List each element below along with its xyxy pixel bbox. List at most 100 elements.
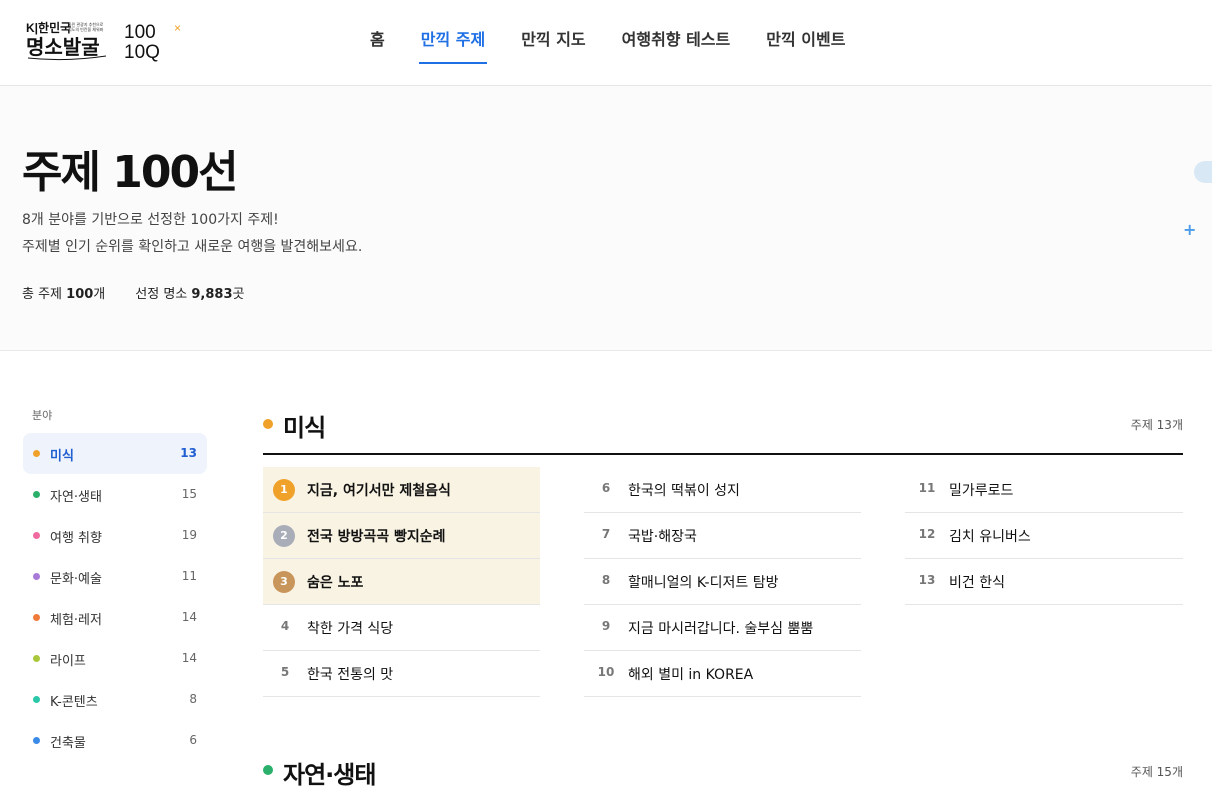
hero-banner: 주제 100선 8개 분야를 기반으로 선정한 100가지 주제! 주제별 인기… <box>0 86 1212 351</box>
topic-item[interactable]: 10 해외 별미 in KOREA <box>584 651 861 697</box>
topic-item[interactable]: 5 한국 전통의 맛 <box>263 651 540 697</box>
rank-number: 9 <box>601 619 611 633</box>
topic-label: 한국의 떡볶이 성지 <box>628 483 740 499</box>
sidebar-item-count: 14 <box>181 651 197 665</box>
sidebar-item-label: 여행 취향 <box>50 531 102 546</box>
topic-label: 착한 가격 식당 <box>307 621 394 637</box>
category-dot-icon <box>33 614 40 621</box>
topic-item[interactable]: 7 국밥·해장국 <box>584 513 861 559</box>
sidebar-item-count: 19 <box>181 528 197 542</box>
myeongso-balgul-logo[interactable]: K|한민국 국민 관광지 추천으로 지도의 빈칸을 채워봐 명소발굴 <box>26 18 110 62</box>
topic-label: 밀가루로드 <box>949 483 1014 499</box>
topic-label: 숨은 노포 <box>307 575 364 591</box>
topic-item[interactable]: 2 전국 방방곡곡 빵지순례 <box>263 513 540 559</box>
100-logo[interactable]: 100 × 10Q <box>124 18 188 62</box>
rank-number: 11 <box>918 481 936 495</box>
stat-total-topics: 총 주제 100개 <box>22 287 106 302</box>
topic-label: 할매니얼의 K-디저트 탐방 <box>628 575 779 591</box>
sidebar-title: 분야 <box>32 409 53 422</box>
nav-travel-test[interactable]: 여행취향 테스트 <box>622 0 731 86</box>
topic-label: 김치 유니버스 <box>949 529 1031 545</box>
sidebar-item-label: 라이프 <box>50 654 86 669</box>
topic-label: 해외 별미 in KOREA <box>628 667 754 683</box>
rank-number: 7 <box>601 527 611 541</box>
stat-selected-places: 선정 명소 9,883곳 <box>135 287 245 302</box>
sidebar-item-count: 6 <box>189 733 197 747</box>
topic-item[interactable]: 3 숨은 노포 <box>263 559 540 605</box>
hero-description-1: 8개 분야를 기반으로 선정한 100가지 주제! <box>22 212 279 228</box>
topic-label: 국밥·해장국 <box>628 529 697 545</box>
plus-icon: + <box>1183 220 1197 239</box>
category-dot-icon <box>33 573 40 580</box>
sidebar-item[interactable]: 라이프 14 <box>23 638 207 679</box>
svg-text:100: 100 <box>124 22 156 43</box>
rank-number: 5 <box>280 665 290 679</box>
svg-text:K|한민국: K|한민국 <box>26 20 71 35</box>
topic-item[interactable]: 6 한국의 떡볶이 성지 <box>584 467 861 513</box>
topic-column-2: 6 한국의 떡볶이 성지 7 국밥·해장국 8 할매니얼의 K-디저트 탐방 9 지금 마시러… <box>584 467 861 697</box>
site-header: K|한민국 국민 관광지 추천으로 지도의 빈칸을 채워봐 명소발굴 100 ×… <box>0 0 1212 86</box>
page-title: 주제 100선 <box>22 147 239 198</box>
rank-number: 6 <box>601 481 611 495</box>
rank-number: 8 <box>601 573 611 587</box>
sidebar-item-label: 문화·예술 <box>50 572 102 587</box>
svg-text:명소발굴: 명소발굴 <box>26 36 100 59</box>
sidebar-item[interactable]: 여행 취향 19 <box>23 515 207 556</box>
rank-number: 4 <box>280 619 290 633</box>
sidebar-item-count: 13 <box>180 446 197 460</box>
topic-item[interactable]: 4 착한 가격 식당 <box>263 605 540 651</box>
rank-badge: 3 <box>273 571 295 593</box>
sidebar-item-count: 8 <box>189 692 197 706</box>
topic-item[interactable]: 11 밀가루로드 <box>905 467 1183 513</box>
sidebar-item[interactable]: K-콘텐츠 8 <box>23 679 207 720</box>
section-header-nature: 자연·생태 주제 15개 <box>263 755 1183 795</box>
topic-item[interactable]: 12 김치 유니버스 <box>905 513 1183 559</box>
category-dot-icon <box>33 450 40 457</box>
topic-item[interactable]: 13 비건 한식 <box>905 559 1183 605</box>
sidebar-item-count: 14 <box>181 610 197 624</box>
cloud-decoration <box>1194 161 1212 183</box>
topic-label: 한국 전통의 맛 <box>307 667 394 683</box>
rank-number: 12 <box>918 527 936 541</box>
svg-text:10Q: 10Q <box>124 42 160 62</box>
topic-label: 지금 마시러갑니다. 술부심 뿜뿜 <box>628 621 814 637</box>
nav-map[interactable]: 만끽 지도 <box>521 0 585 86</box>
sidebar-item-label: 자연·생태 <box>50 490 102 505</box>
main-nav: 홈 만끽 주제 만끽 지도 여행취향 테스트 만끽 이벤트 <box>370 0 881 86</box>
nav-event[interactable]: 만끽 이벤트 <box>766 0 845 86</box>
sidebar-item[interactable]: 미식 13 <box>23 433 207 474</box>
sidebar-item-count: 15 <box>181 487 197 501</box>
sidebar-item[interactable]: 건축물 6 <box>23 720 207 761</box>
rank-number: 10 <box>597 665 615 679</box>
nav-topics[interactable]: 만끽 주제 <box>418 0 488 86</box>
category-sidebar: 미식 13 자연·생태 15 여행 취향 19 문화·예술 11 체험·레저 14 라이프 14 K-콘… <box>23 433 207 761</box>
topic-item[interactable]: 9 지금 마시러갑니다. 술부심 뿜뿜 <box>584 605 861 651</box>
category-dot-icon <box>33 532 40 539</box>
sidebar-item[interactable]: 자연·생태 15 <box>23 474 207 515</box>
sidebar-item[interactable]: 문화·예술 11 <box>23 556 207 597</box>
topic-label: 비건 한식 <box>949 575 1005 591</box>
topic-label: 전국 방방곡곡 빵지순례 <box>307 529 446 545</box>
category-dot-icon <box>33 737 40 744</box>
topic-column-3: 11 밀가루로드 12 김치 유니버스 13 비건 한식 <box>905 467 1183 605</box>
section-dot-icon <box>263 765 273 775</box>
category-dot-icon <box>33 655 40 662</box>
topic-label: 지금, 여기서만 제철음식 <box>307 483 451 499</box>
sidebar-item[interactable]: 체험·레저 14 <box>23 597 207 638</box>
category-dot-icon <box>33 491 40 498</box>
sidebar-item-label: 건축물 <box>50 736 86 751</box>
hero-description-2: 주제별 인기 순위를 확인하고 새로운 여행을 발견해보세요. <box>22 239 363 255</box>
section-title: 자연·생태 <box>283 761 376 789</box>
category-dot-icon <box>33 696 40 703</box>
section-count: 주제 13개 <box>1130 418 1183 432</box>
section-divider <box>263 453 1183 455</box>
svg-text:지도의 빈칸을 채워봐: 지도의 빈칸을 채워봐 <box>68 26 104 32</box>
section-header-food: 미식 주제 13개 <box>263 408 1183 448</box>
topic-item[interactable]: 1 지금, 여기서만 제철음식 <box>263 467 540 513</box>
sidebar-item-count: 11 <box>181 569 197 583</box>
hero-stats: 총 주제 100개 선정 명소 9,883곳 <box>22 283 274 302</box>
rank-number: 13 <box>918 573 936 587</box>
topic-item[interactable]: 8 할매니얼의 K-디저트 탐방 <box>584 559 861 605</box>
nav-home[interactable]: 홈 <box>370 0 385 86</box>
rank-badge: 2 <box>273 525 295 547</box>
